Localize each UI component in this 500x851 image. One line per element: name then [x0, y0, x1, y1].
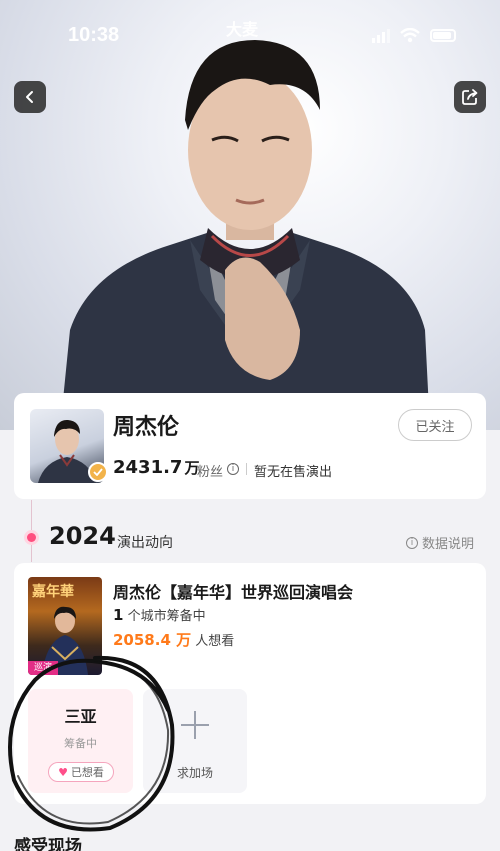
verified-badge-icon: [88, 462, 108, 482]
signal-icon: [372, 28, 390, 43]
battery-icon: [430, 29, 456, 42]
status-icons: [372, 28, 456, 43]
cities-text: 个城市筹备中: [127, 609, 206, 624]
section-title: 感受现场: [14, 837, 82, 851]
timeline-year: 2024: [49, 522, 116, 550]
status-time: 10:38: [68, 24, 120, 46]
city-name: 三亚: [64, 707, 97, 726]
timeline-line: [31, 500, 32, 562]
poster-tag: 巡演: [28, 661, 58, 675]
request-show-label: 求加场: [176, 766, 213, 780]
share-button[interactable]: [454, 81, 486, 113]
data-explain-link[interactable]: i 数据说明: [405, 533, 474, 552]
back-button[interactable]: [14, 81, 46, 113]
info-icon[interactable]: i: [227, 463, 239, 475]
city-card-sanya[interactable]: 三亚 筹备中 ♥ 已想看: [28, 689, 133, 793]
show-poster[interactable]: 嘉年華 巡演: [28, 577, 102, 675]
want-count: 2058.4 万: [113, 631, 192, 649]
timeline-dot: [27, 533, 36, 542]
divider: [246, 463, 247, 475]
want-text: 人想看: [195, 634, 235, 649]
heart-icon: ♥: [58, 765, 68, 779]
wanted-label: 已想看: [70, 766, 104, 779]
share-icon: [462, 89, 478, 105]
request-show-button[interactable]: 求加场: [143, 689, 247, 793]
data-explain-label: 数据说明: [421, 537, 474, 552]
cities-count: 1: [113, 606, 124, 624]
timeline-section-label: 演出动向: [117, 535, 173, 551]
on-sale-status: 暂无在售演出: [254, 465, 333, 480]
wanted-button[interactable]: ♥ 已想看: [48, 762, 114, 782]
fans-count-value: 2431.7: [113, 457, 183, 478]
city-status: 筹备中: [64, 737, 97, 750]
artist-profile-card: 周杰伦 2431.7 万 粉丝 i 暂无在售演出 已关注: [14, 393, 486, 499]
wifi-icon: [400, 28, 420, 43]
hero-banner: 10:38 大麦: [0, 0, 500, 430]
plus-icon: [179, 709, 211, 741]
app-logo: 大麦: [226, 22, 259, 39]
show-card[interactable]: 嘉年華 巡演 周杰伦【嘉年华】世界巡回演唱会 1 个城市筹备中 2058.4 万…: [14, 563, 486, 804]
show-cities: 1 个城市筹备中: [113, 605, 206, 624]
artist-name: 周杰伦: [113, 415, 180, 440]
status-bar: 10:38 大麦: [0, 0, 500, 70]
follow-button[interactable]: 已关注: [398, 409, 472, 441]
show-want-count: 2058.4 万 人想看: [113, 629, 234, 650]
fans-count: 2431.7 万: [113, 457, 199, 478]
info-icon: i: [405, 536, 418, 549]
chevron-left-icon: [26, 91, 33, 103]
show-title[interactable]: 周杰伦【嘉年华】世界巡回演唱会: [113, 579, 353, 603]
fans-label: 粉丝: [197, 465, 224, 480]
